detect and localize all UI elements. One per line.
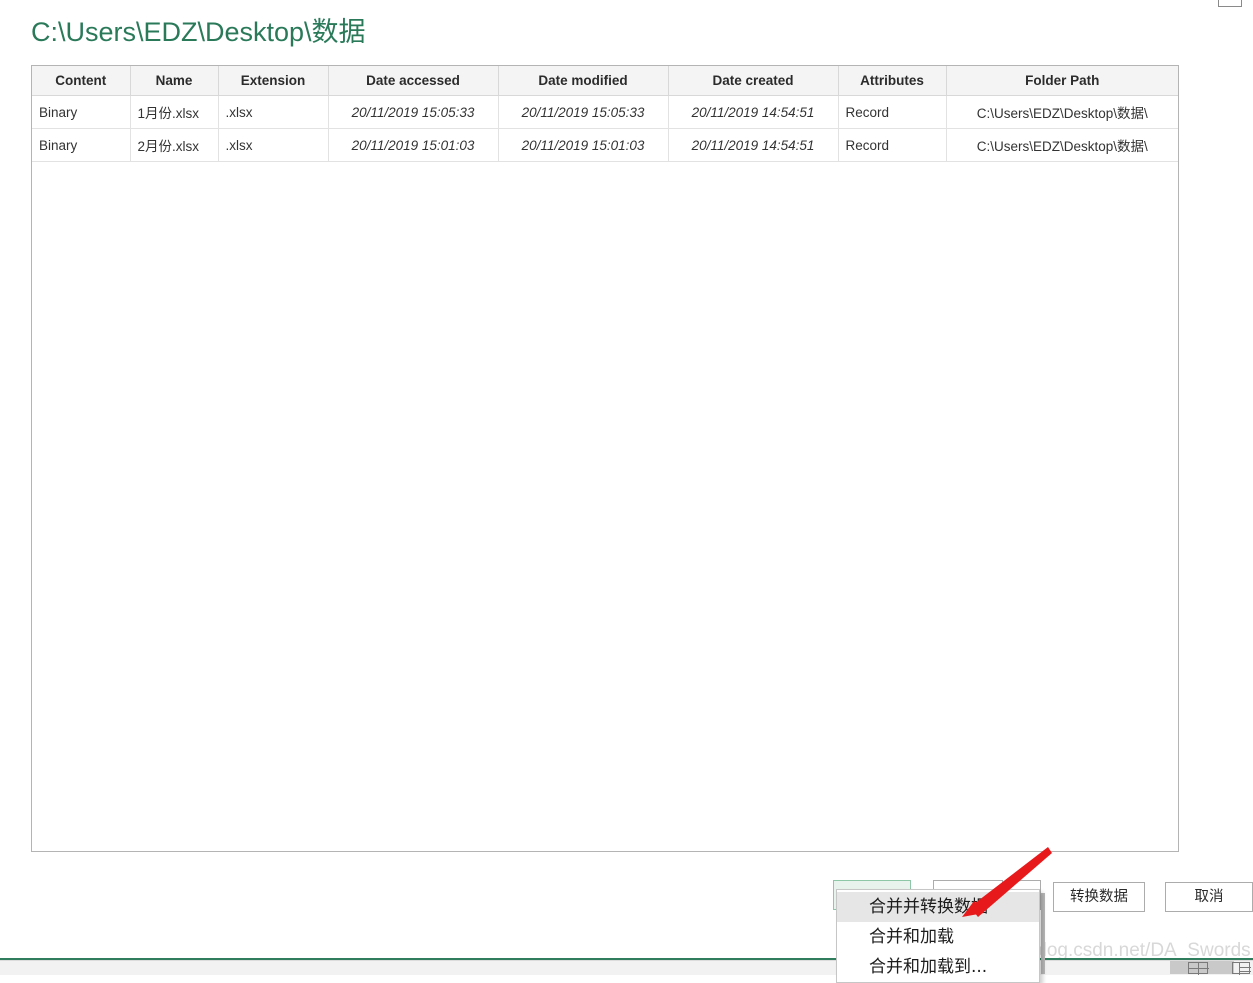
cell-date-modified: 20/11/2019 15:01:03 (498, 128, 669, 162)
cell-content: Binary (32, 95, 131, 129)
column-header-content[interactable]: Content (32, 66, 131, 96)
cell-date-created: 20/11/2019 14:54:51 (668, 95, 839, 129)
menu-item-combine-and-transform[interactable]: 合并并转换数据 (837, 892, 1039, 922)
menu-item-combine-and-load-to[interactable]: 合并和加载到... (837, 952, 1039, 982)
cancel-button[interactable]: 取消 (1165, 882, 1253, 912)
cell-date-accessed: 20/11/2019 15:01:03 (328, 128, 499, 162)
column-header-date-modified[interactable]: Date modified (498, 66, 669, 96)
cell-content: Binary (32, 128, 131, 162)
cell-extension: .xlsx (218, 95, 329, 129)
restore-window-button[interactable] (1218, 0, 1242, 7)
cell-folder-path: C:\Users\EDZ\Desktop\数据\ (946, 128, 1178, 162)
file-preview-pane: Content Name Extension Date accessed Dat… (31, 65, 1179, 852)
transform-data-button[interactable]: 转换数据 (1053, 882, 1145, 912)
column-header-attributes[interactable]: Attributes (838, 66, 947, 96)
cell-name: 2月份.xlsx (130, 128, 219, 162)
page-layout-icon[interactable] (1232, 962, 1251, 975)
cell-attributes: Record (838, 128, 947, 162)
page-title: C:\Users\EDZ\Desktop\数据 (31, 17, 366, 47)
menu-item-combine-and-load[interactable]: 合并和加载 (837, 922, 1039, 952)
status-accent-line (0, 958, 1253, 960)
combine-dropdown-menu: 合并并转换数据 合并和加载 合并和加载到... (836, 889, 1040, 983)
normal-view-icon[interactable] (1188, 962, 1209, 975)
column-header-name[interactable]: Name (130, 66, 219, 96)
menu-shadow (1041, 893, 1045, 974)
cell-extension: .xlsx (218, 128, 329, 162)
cell-date-created: 20/11/2019 14:54:51 (668, 128, 839, 162)
file-table: Content Name Extension Date accessed Dat… (32, 66, 1178, 162)
column-header-date-created[interactable]: Date created (668, 66, 839, 96)
cell-attributes: Record (838, 95, 947, 129)
cell-date-accessed: 20/11/2019 15:05:33 (328, 95, 499, 129)
cell-date-modified: 20/11/2019 15:05:33 (498, 95, 669, 129)
table-header-row: Content Name Extension Date accessed Dat… (32, 66, 1178, 96)
table-row[interactable]: Binary 2月份.xlsx .xlsx 20/11/2019 15:01:0… (32, 128, 1178, 162)
cell-folder-path: C:\Users\EDZ\Desktop\数据\ (946, 95, 1178, 129)
cell-name: 1月份.xlsx (130, 95, 219, 129)
column-header-folder-path[interactable]: Folder Path (946, 66, 1178, 96)
column-header-extension[interactable]: Extension (218, 66, 329, 96)
column-header-date-accessed[interactable]: Date accessed (328, 66, 499, 96)
table-row[interactable]: Binary 1月份.xlsx .xlsx 20/11/2019 15:05:3… (32, 95, 1178, 129)
status-bar (0, 960, 1253, 975)
